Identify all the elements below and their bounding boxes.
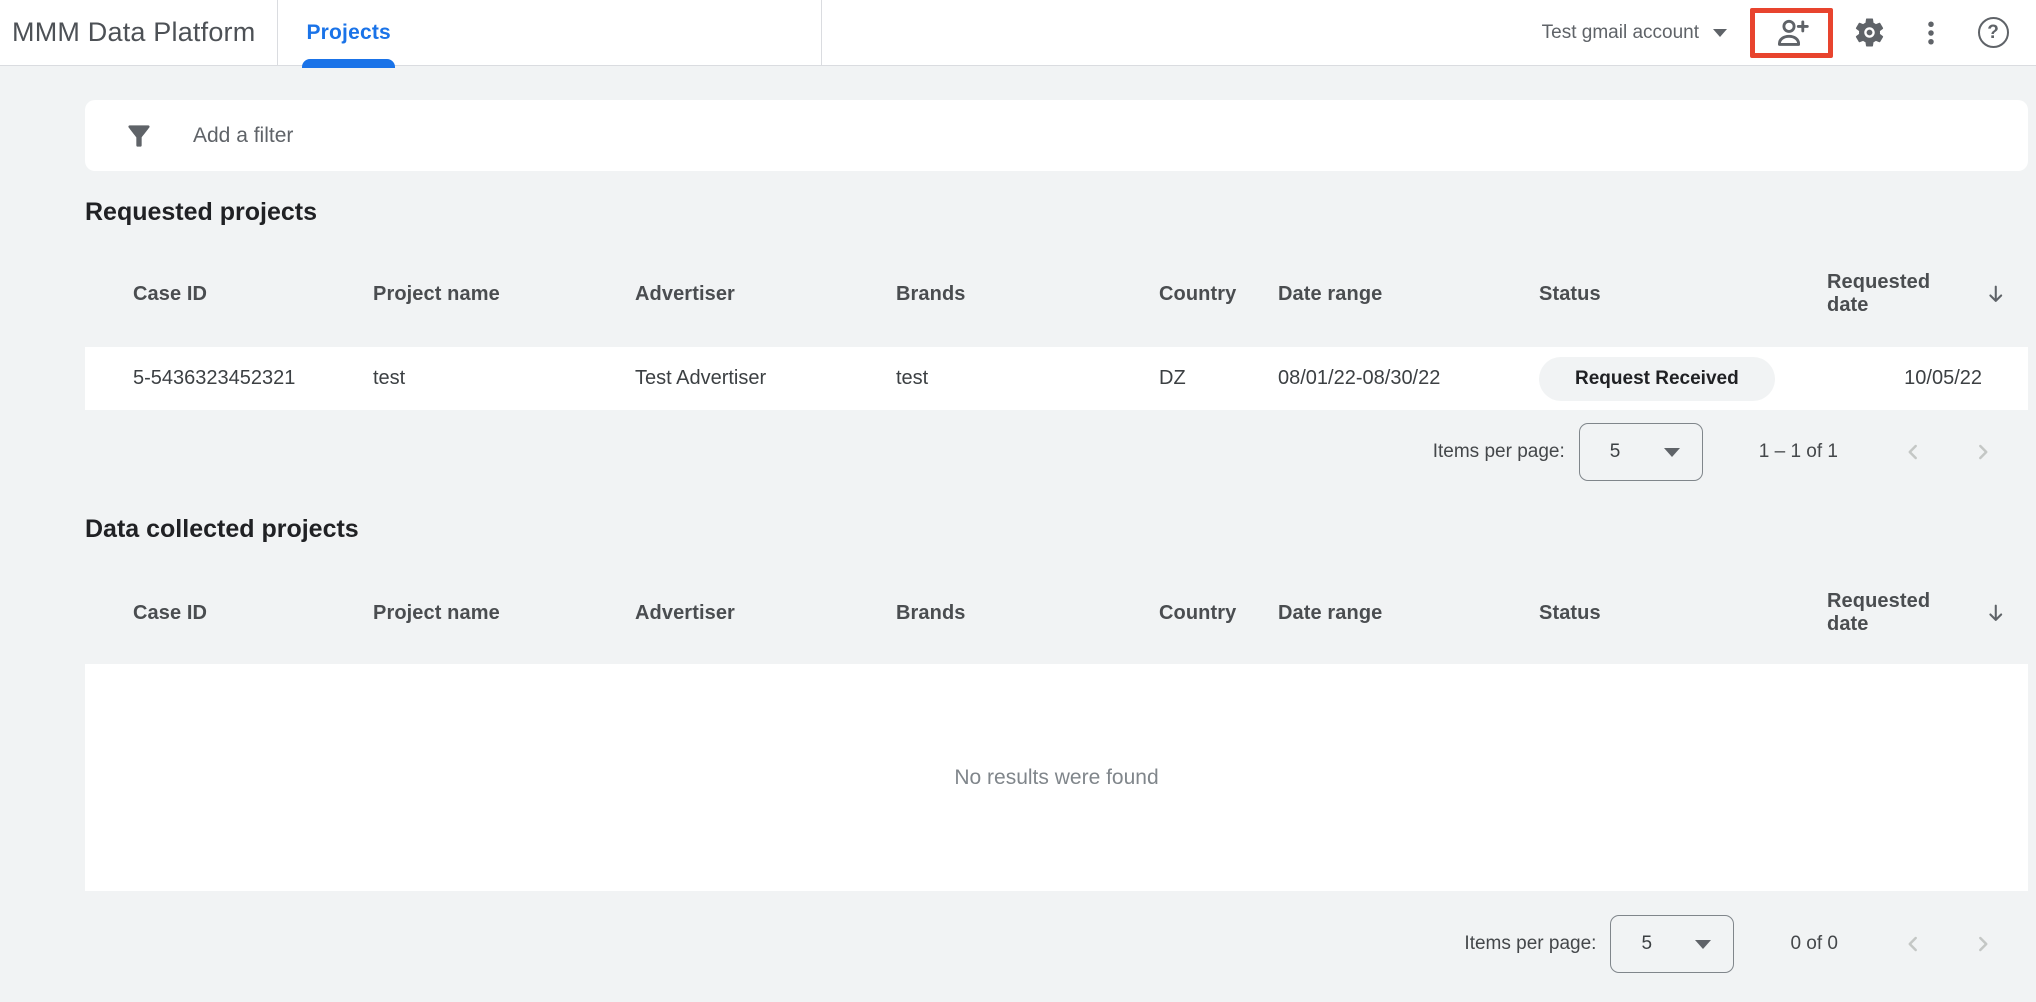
select-caret-icon [1664, 448, 1680, 457]
chevron-left-icon [1900, 439, 1926, 465]
empty-state-message: No results were found [954, 766, 1158, 790]
col-header-country: Country [1159, 283, 1278, 306]
previous-page-button[interactable] [1898, 929, 1928, 959]
col-header-project-name: Project name [373, 283, 635, 306]
tab-projects-label: Projects [306, 21, 390, 45]
more-options-button[interactable] [1900, 5, 1962, 61]
section-title-requested: Requested projects [85, 197, 2028, 227]
next-page-button[interactable] [1968, 929, 1998, 959]
items-per-page-label: Items per page: [1433, 441, 1565, 463]
filter-icon [123, 120, 155, 152]
col-header-case-id: Case ID [133, 602, 373, 625]
chevron-down-icon [1713, 29, 1727, 37]
sort-descending-icon [1984, 282, 2008, 306]
requested-table-header: Case ID Project name Advertiser Brands C… [85, 269, 2028, 319]
collected-table-header: Case ID Project name Advertiser Brands C… [85, 588, 2028, 638]
gear-icon [1852, 15, 1887, 50]
cell-project-name: test [373, 367, 635, 390]
add-user-button[interactable] [1755, 13, 1828, 53]
col-header-country: Country [1159, 602, 1278, 625]
page-range-label: 1 – 1 of 1 [1759, 441, 1838, 463]
page-range-label: 0 of 0 [1790, 933, 1838, 955]
main-content: Add a filter Requested projects Case ID … [85, 100, 2028, 974]
col-header-advertiser: Advertiser [635, 283, 896, 306]
account-label: Test gmail account [1542, 22, 1699, 44]
section-title-collected: Data collected projects [85, 514, 2028, 544]
page-size-select[interactable]: 5 [1579, 423, 1703, 481]
settings-button[interactable] [1838, 5, 1900, 61]
chevron-right-icon [1970, 439, 1996, 465]
active-tab-indicator [302, 59, 394, 68]
table-row[interactable]: 5-5436323452321 test Test Advertiser tes… [85, 347, 2028, 410]
collected-pagination: Items per page: 5 0 of 0 [85, 914, 2028, 974]
cell-case-id: 5-5436323452321 [133, 367, 373, 390]
cell-brands: test [896, 367, 1159, 390]
app-title: MMM Data Platform [0, 17, 277, 48]
cell-status: Request Received [1539, 357, 1827, 401]
cell-advertiser: Test Advertiser [635, 367, 896, 390]
col-header-date-range: Date range [1278, 283, 1539, 306]
col-header-requested-date[interactable]: Requested date [1827, 590, 2008, 636]
more-vert-icon [1916, 16, 1946, 50]
filter-input[interactable]: Add a filter [85, 100, 2028, 171]
app-header: MMM Data Platform Projects Test gmail ac… [0, 0, 2036, 66]
filter-placeholder: Add a filter [193, 124, 293, 148]
status-badge: Request Received [1539, 357, 1775, 401]
help-button[interactable]: ? [1962, 5, 2024, 61]
annotation-highlight-box [1750, 8, 1833, 58]
col-header-date-range: Date range [1278, 602, 1539, 625]
select-caret-icon [1695, 940, 1711, 949]
chevron-left-icon [1900, 931, 1926, 957]
pagination-nav [1898, 929, 1998, 959]
header-divider-2 [821, 0, 822, 65]
col-header-brands: Brands [896, 602, 1159, 625]
empty-results-panel: No results were found [85, 664, 2028, 891]
person-add-icon [1774, 15, 1810, 51]
items-per-page-label: Items per page: [1464, 933, 1596, 955]
sort-descending-icon [1984, 601, 2008, 625]
col-header-advertiser: Advertiser [635, 602, 896, 625]
help-icon: ? [1978, 17, 2009, 48]
account-menu[interactable]: Test gmail account [1542, 22, 1727, 44]
cell-country: DZ [1159, 367, 1278, 390]
pagination-nav [1898, 437, 1998, 467]
tab-projects[interactable]: Projects [278, 0, 418, 65]
col-header-brands: Brands [896, 283, 1159, 306]
col-header-requested-date[interactable]: Requested date [1827, 271, 2008, 317]
cell-requested-date: 10/05/22 [1827, 367, 2008, 390]
col-header-case-id: Case ID [133, 283, 373, 306]
col-header-status: Status [1539, 602, 1827, 625]
page-size-select[interactable]: 5 [1610, 915, 1734, 973]
next-page-button[interactable] [1968, 437, 1998, 467]
cell-date-range: 08/01/22-08/30/22 [1278, 367, 1539, 390]
page-size-value: 5 [1641, 933, 1652, 955]
previous-page-button[interactable] [1898, 437, 1928, 467]
col-header-status: Status [1539, 283, 1827, 306]
help-glyph: ? [1987, 22, 1999, 44]
chevron-right-icon [1970, 931, 1996, 957]
requested-pagination: Items per page: 5 1 – 1 of 1 [85, 422, 2028, 482]
col-header-project-name: Project name [373, 602, 635, 625]
page-size-value: 5 [1610, 441, 1621, 463]
